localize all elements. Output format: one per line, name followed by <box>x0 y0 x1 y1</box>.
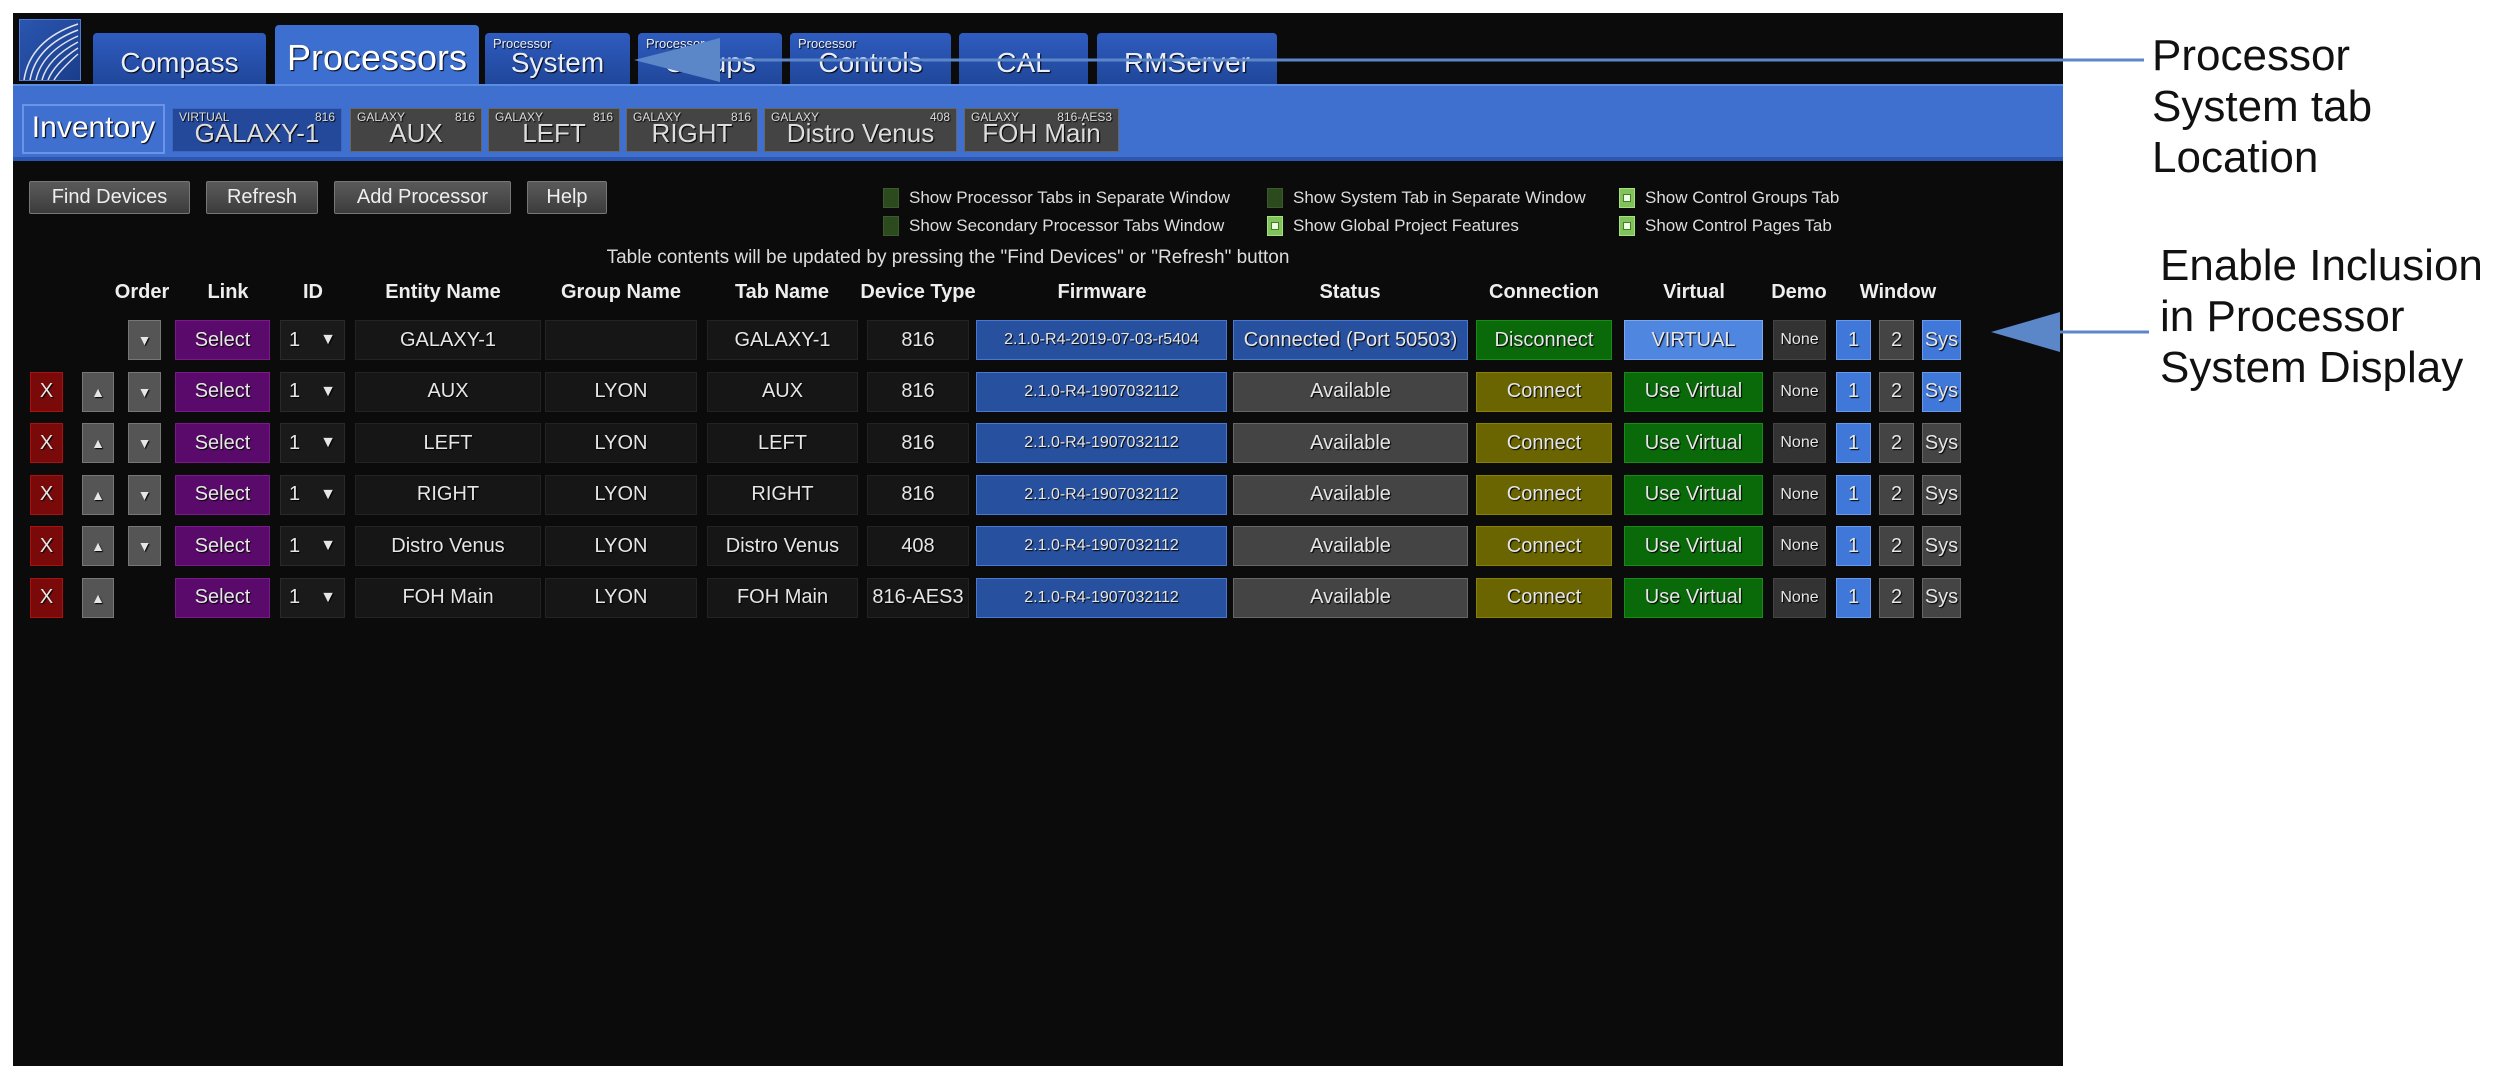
arrowhead-system-tab <box>634 38 720 82</box>
annotation-system-tab: Processor System tab Location <box>2152 31 2373 182</box>
annotation-arrows <box>634 38 2149 352</box>
annotation-inclusion: Enable Inclusion in Processor System Displ… <box>2160 241 2483 392</box>
arrowhead-inclusion <box>1991 312 2060 352</box>
